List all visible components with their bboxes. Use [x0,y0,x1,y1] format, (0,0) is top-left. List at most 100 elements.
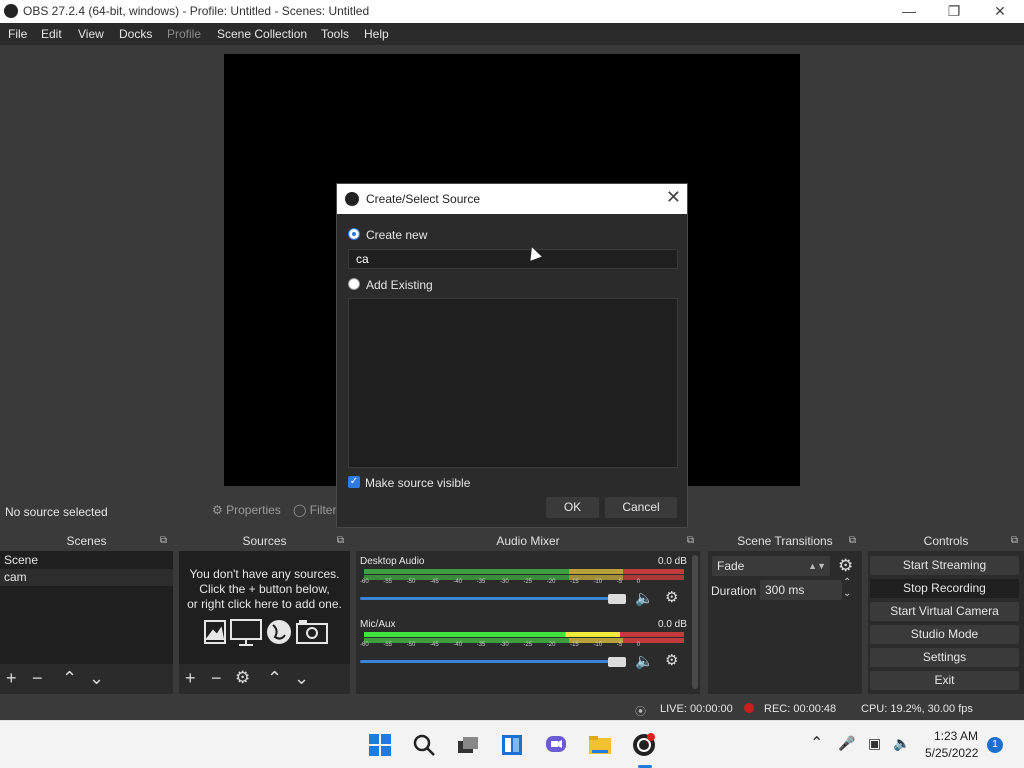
add-existing-radio[interactable] [348,278,360,290]
duration-spinbox[interactable]: 300 ms [760,580,842,600]
remove-source-icon[interactable]: − [211,668,222,689]
speaker-icon[interactable]: 🔈 [635,652,654,670]
existing-sources-list[interactable] [348,298,678,468]
cancel-button[interactable]: Cancel [605,497,677,518]
scale-tick: -5 [616,579,623,585]
spin-arrows-icon[interactable]: ⌃ ⌄ [843,577,851,599]
maximize-button[interactable]: ❐ [931,0,977,23]
volume-slider-desktop[interactable] [360,597,626,600]
volume-slider-mic[interactable] [360,660,626,663]
properties-label: Properties [226,503,281,517]
move-down-icon[interactable]: ⌄ [89,668,104,689]
windows-taskbar: ⌃ 🎤 ▣ 🔈 1:23 AM 5/25/2022 1 [0,720,1024,768]
menu-file[interactable]: File [8,27,27,41]
close-icon[interactable]: ✕ [666,187,681,208]
undock-icon[interactable]: ⧉ [337,531,344,551]
search-icon[interactable] [412,733,436,757]
scale-tick: -60 [360,642,369,648]
scale-tick: -25 [523,642,533,648]
live-broadcast-icon: ⦿ [635,706,646,718]
meter-scale-desktop: -60 -55 -50 -45 -40 -35 -30 -25 -20 -15 … [360,579,640,585]
minimize-button[interactable]: — [886,0,932,23]
audio-mixer-body: Desktop Audio 0.0 dB -60 -55 -50 -45 -40… [356,551,698,694]
scale-tick: -10 [593,579,603,585]
menu-scene-collection[interactable]: Scene Collection [217,27,307,41]
scenes-dock-header: Scenes ⧉ [0,531,173,551]
move-up-icon[interactable]: ⌃ [267,668,282,689]
scene-item-cam[interactable]: cam [0,569,173,586]
sources-dock-header: Sources ⧉ [179,531,350,551]
stop-recording-button[interactable]: Stop Recording [870,579,1019,598]
add-scene-icon[interactable]: + [6,668,17,689]
scale-tick: -35 [476,642,486,648]
title-bar: OBS 27.2.4 (64-bit, windows) - Profile: … [0,0,1024,23]
remove-scene-icon[interactable]: − [32,668,43,689]
task-view-icon[interactable] [456,733,480,757]
menu-docks[interactable]: Docks [119,27,152,41]
scale-tick: -60 [360,579,369,585]
source-properties-gear-icon[interactable]: ⚙ [235,668,250,688]
undock-icon[interactable]: ⧉ [849,531,856,551]
chevron-up-icon[interactable]: ⌃ [810,733,823,753]
add-source-icon[interactable]: + [185,668,196,689]
obs-logo-icon [4,4,18,18]
scale-tick: -20 [546,579,556,585]
scale-tick: -35 [476,579,486,585]
audio-mixer-title: Audio Mixer [496,534,560,548]
exit-button[interactable]: Exit [870,671,1019,690]
undock-icon[interactable]: ⧉ [687,531,694,551]
gear-icon[interactable]: ⚙ [665,588,678,606]
controls-title: Controls [923,534,969,548]
gear-icon[interactable]: ⚙ [665,651,678,669]
clock-date[interactable]: 5/25/2022 [925,746,978,760]
source-name-input[interactable] [348,249,678,269]
chat-icon[interactable] [544,733,568,757]
properties-button[interactable]: ⚙ Properties [212,503,281,517]
scale-tick: -40 [453,579,463,585]
create-new-radio[interactable] [348,228,360,240]
studio-mode-button[interactable]: Studio Mode [870,625,1019,644]
menu-tools[interactable]: Tools [321,27,349,41]
speaker-icon[interactable]: 🔈 [635,589,654,607]
obs-logo-icon [345,192,359,206]
menu-view[interactable]: View [78,27,104,41]
mixer-scrollbar[interactable] [692,555,698,689]
scene-item-scene[interactable]: Scene [0,552,173,569]
close-window-button[interactable]: ✕ [977,0,1023,23]
windows-start-icon[interactable] [368,733,392,757]
move-down-icon[interactable]: ⌄ [294,668,309,689]
chevron-updown-icon: ▲▼ [808,561,826,571]
rec-status: REC: 00:00:48 [764,703,837,715]
channel-db-desktop: 0.0 dB [658,556,687,567]
scale-tick: 0 [636,579,641,585]
scale-tick: -15 [570,579,579,585]
transition-select[interactable]: Fade ▲▼ [712,556,830,576]
menu-help[interactable]: Help [364,27,389,41]
make-visible-checkbox[interactable]: ✓ [348,476,360,488]
file-explorer-icon[interactable] [588,733,612,757]
menu-edit[interactable]: Edit [41,27,62,41]
notification-badge[interactable]: 1 [987,737,1003,753]
clock-time[interactable]: 1:23 AM [934,729,978,743]
volume-slider-handle-mic[interactable] [608,657,626,667]
volume-icon[interactable]: 🔈 [893,735,910,752]
settings-button[interactable]: Settings [870,648,1019,667]
start-virtual-camera-button[interactable]: Start Virtual Camera [870,602,1019,621]
volume-slider-handle-desktop[interactable] [608,594,626,604]
make-visible-label: Make source visible [365,476,471,490]
transition-gear-icon[interactable]: ⚙ [838,556,853,576]
network-icon[interactable]: ▣ [868,735,881,752]
widgets-icon[interactable] [500,733,524,757]
menu-profile[interactable]: Profile [167,27,201,41]
move-up-icon[interactable]: ⌃ [62,668,77,689]
undock-icon[interactable]: ⧉ [160,531,167,551]
start-streaming-button[interactable]: Start Streaming [870,556,1019,575]
sources-list[interactable]: You don't have any sources. Click the + … [179,551,350,664]
live-status: LIVE: 00:00:00 [660,703,733,715]
microphone-icon[interactable]: 🎤 [838,735,855,752]
scenes-list[interactable]: Scene cam [0,551,173,664]
undock-icon[interactable]: ⧉ [1011,531,1018,551]
obs-taskbar-icon[interactable] [632,733,656,757]
sources-empty-hint: You don't have any sources. Click the + … [187,567,342,611]
ok-button[interactable]: OK [546,497,599,518]
